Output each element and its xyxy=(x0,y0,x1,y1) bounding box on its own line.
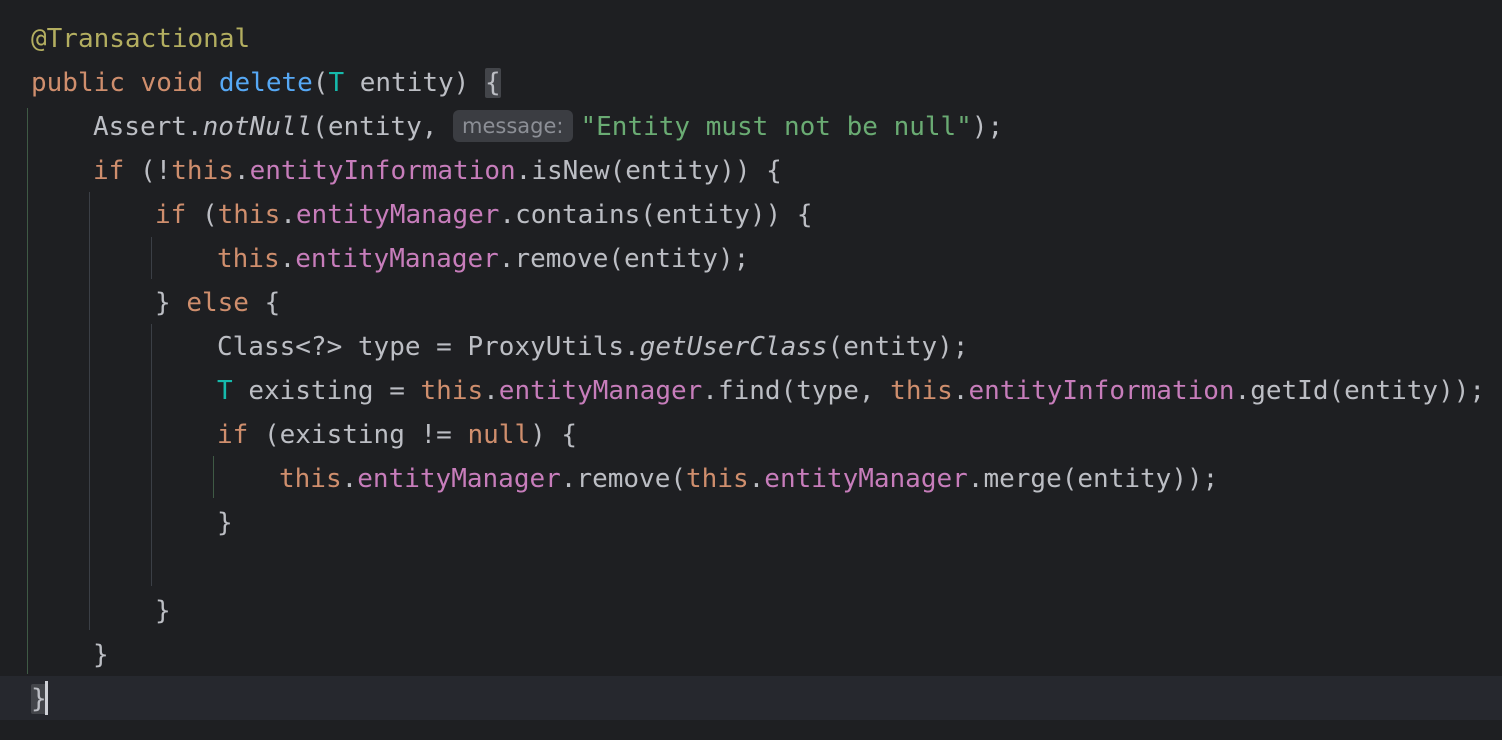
arg-type: type xyxy=(796,376,859,406)
method-notnull: notNull xyxy=(202,112,313,142)
field-entity-manager: entityManager xyxy=(295,244,499,274)
code-line-1: @Transactional xyxy=(31,17,250,61)
code-line-5: if (this.entityManager.contains(entity))… xyxy=(155,200,813,230)
method-isnew: isNew xyxy=(531,156,610,186)
arg-entity: entity xyxy=(1077,464,1172,494)
keyword-if: if xyxy=(155,200,187,230)
keyword-this: this xyxy=(890,376,953,406)
field-entity-manager: entityManager xyxy=(357,464,561,494)
method-name: delete xyxy=(218,68,313,98)
keyword-this: this xyxy=(420,376,484,406)
method-merge: merge xyxy=(983,464,1062,494)
field-entity-manager: entityManager xyxy=(498,376,703,406)
code-line-2: public void delete(T entity) { xyxy=(31,68,501,98)
indent-guide xyxy=(151,324,152,586)
keyword-this: this xyxy=(217,200,281,230)
code-line-3: Assert.notNull(entity, message: "Entity m… xyxy=(93,110,1004,142)
var-type: type xyxy=(357,332,421,362)
arg-entity: entity xyxy=(843,332,938,362)
code-line-16: } xyxy=(31,677,48,721)
method-getid: getId xyxy=(1250,376,1329,406)
indent-guide xyxy=(151,237,152,279)
code-line-7: } else { xyxy=(155,288,281,318)
arg-entity: entity xyxy=(625,156,720,186)
field-entity-information: entityInformation xyxy=(249,156,516,186)
code-line-6: this.entityManager.remove(entity); xyxy=(217,244,750,274)
method-find: find xyxy=(717,376,781,406)
text-caret xyxy=(44,681,48,715)
parameter-hint: message: xyxy=(453,110,573,142)
method-remove: remove xyxy=(576,464,671,494)
class-assert: Assert xyxy=(93,112,187,142)
code-line-8: Class<?> type = ProxyUtils.getUserClass(… xyxy=(217,332,969,362)
arg-entity: entity xyxy=(624,244,718,274)
field-entity-information: entityInformation xyxy=(968,376,1235,406)
keyword-null: null xyxy=(467,420,531,450)
code-line-10: if (existing != null) { xyxy=(217,420,578,450)
method-remove: remove xyxy=(514,244,609,274)
keyword-this: this xyxy=(217,244,280,274)
class-proxyutils: ProxyUtils xyxy=(467,332,625,362)
code-editor[interactable]: @Transactional public void delete(T enti… xyxy=(0,0,1502,740)
keyword-void: void xyxy=(140,68,204,98)
keyword-this: this xyxy=(171,156,234,186)
keyword-this: this xyxy=(279,464,342,494)
param-name: entity xyxy=(359,68,454,98)
matched-brace-open: { xyxy=(484,68,501,98)
arg-entity: entity xyxy=(1344,376,1439,406)
keyword-this: this xyxy=(686,464,749,494)
code-line-4: if (!this.entityInformation.isNew(entity… xyxy=(93,156,782,186)
indent-guide xyxy=(89,192,90,630)
type-param: T xyxy=(217,376,233,406)
method-contains: contains xyxy=(515,200,641,230)
var-existing: existing xyxy=(248,376,374,406)
keyword-public: public xyxy=(31,68,125,98)
annotation: @Transactional xyxy=(31,24,251,54)
code-line-15: } xyxy=(93,640,109,670)
arg-entity: entity xyxy=(655,200,750,230)
code-line-12: } xyxy=(217,508,233,538)
class-class: Class<?> xyxy=(217,332,343,362)
var-existing: existing xyxy=(279,420,405,450)
method-getuserclass: getUserClass xyxy=(639,332,828,362)
field-entity-manager: entityManager xyxy=(295,200,500,230)
field-entity-manager: entityManager xyxy=(764,464,968,494)
code-line-9: T existing = this.entityManager.find(typ… xyxy=(217,376,1486,406)
keyword-if: if xyxy=(217,420,249,450)
keyword-else: else xyxy=(186,288,249,318)
indent-guide xyxy=(27,108,28,674)
string-literal: "Entity must not be null" xyxy=(580,112,972,142)
keyword-if: if xyxy=(93,156,125,186)
arg-entity: entity xyxy=(327,112,422,142)
current-line-highlight xyxy=(0,676,1502,720)
type-param: T xyxy=(328,68,345,98)
indent-guide xyxy=(213,456,214,498)
code-line-14: } xyxy=(155,596,171,626)
code-line-11: this.entityManager.remove(this.entityMan… xyxy=(279,464,1219,494)
